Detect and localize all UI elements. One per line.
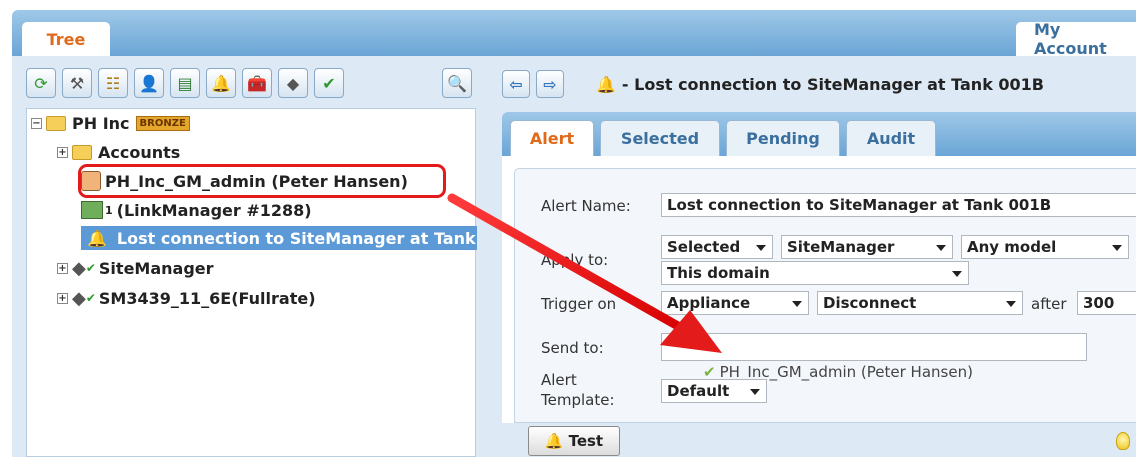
device-icon: ◆ [72, 257, 86, 279]
tree-item-label: (LinkManager #1288) [116, 200, 312, 220]
annotation-highlight-box [78, 164, 446, 198]
search-icon[interactable]: 🔍 [442, 68, 472, 98]
apply-device-select[interactable]: SiteManager [781, 235, 953, 259]
bell-icon[interactable]: 🔔 [206, 68, 236, 98]
apply-to-label: Apply to: [541, 251, 609, 269]
apply-selected-select[interactable]: Selected [661, 235, 773, 259]
template-label-line2: Template: [541, 391, 615, 409]
chevron-down-icon [1006, 301, 1016, 307]
bell-icon: 🔔 [596, 74, 616, 94]
trigger-label: Trigger on [541, 295, 617, 313]
trigger-event-select[interactable]: Disconnect [817, 291, 1023, 315]
chevron-down-icon [792, 301, 802, 307]
tree-item-label: Accounts [98, 142, 181, 162]
tree-item-linkmanager[interactable]: 1 (LinkManager #1288) [81, 198, 312, 222]
tree-root-label: PH Inc [72, 113, 130, 133]
after-input[interactable]: 300 [1077, 291, 1136, 315]
chevron-down-icon [1112, 245, 1122, 251]
lightbulb-icon[interactable] [1116, 432, 1130, 450]
collapse-icon[interactable]: − [31, 117, 42, 129]
back-arrow-icon[interactable]: ⇦ [502, 70, 530, 98]
trigger-source-select[interactable]: Appliance [661, 291, 809, 315]
check-icon: ✔ [85, 291, 96, 305]
device-check-icon[interactable]: ✔ [314, 68, 344, 98]
apply-selected-value: Selected [667, 238, 741, 256]
forward-arrow-icon[interactable]: ⇨ [536, 70, 564, 98]
alert-tabs: Alert Selected Pending Audit [502, 112, 1136, 156]
top-tab-bar: Tree My Account [12, 10, 1136, 58]
template-label-line1: Alert [541, 371, 577, 389]
test-button[interactable]: 🔔 Test [528, 426, 620, 456]
expand-icon[interactable]: + [57, 262, 68, 274]
apply-model-select[interactable]: Any model [961, 235, 1129, 259]
template-select[interactable]: Default [661, 379, 767, 403]
tree-view: − PH Inc BRONZE + Accounts PH_Inc_GM_adm… [26, 108, 477, 457]
linkmanager-icon [81, 201, 103, 219]
linkmanager-icon[interactable]: ▤ [170, 68, 200, 98]
alert-form-area: Alert Name: Lost connection to SiteManag… [502, 156, 1136, 450]
tab-tree[interactable]: Tree [22, 22, 110, 56]
bell-icon: 🔔 [87, 228, 107, 248]
check-icon: ✔ [85, 261, 96, 275]
alert-name-input[interactable]: Lost connection to SiteManager at Tank 0… [661, 193, 1136, 217]
refresh-icon[interactable]: ⟳ [26, 68, 56, 98]
tab-selected[interactable]: Selected [600, 120, 720, 156]
send-to-input[interactable] [661, 333, 1087, 361]
after-label: after [1031, 295, 1067, 313]
bronze-badge: BRONZE [135, 115, 190, 131]
tree-item-label: Lost connection to SiteManager at Tank 0… [116, 228, 477, 248]
tree-item-alert[interactable]: 🔔 Lost connection to SiteManager at Tank… [81, 226, 477, 250]
apply-domain-value: This domain [667, 264, 770, 282]
tree-root[interactable]: − PH Inc BRONZE [31, 111, 190, 135]
send-to-label: Send to: [541, 339, 604, 357]
chevron-down-icon [750, 389, 760, 395]
chevron-down-icon [952, 271, 962, 277]
trigger-source-value: Appliance [667, 294, 751, 312]
tree-panel: ⟳ ⚒ ☷ 👤 ▤ 🔔 🧰 ◆ ✔ 🔍 − PH Inc BRONZE + Ac… [12, 56, 488, 457]
user-icon[interactable]: 👤 [134, 68, 164, 98]
device-icon: ◆ [72, 287, 86, 309]
tree-item-label: SM3439_11_6E(Fullrate) [98, 288, 316, 308]
alert-name-label: Alert Name: [541, 197, 631, 215]
toolbox-icon[interactable]: 🧰 [242, 68, 272, 98]
tree-item-sm3439[interactable]: + ◆ ✔ SM3439_11_6E(Fullrate) [57, 286, 316, 310]
tab-pending[interactable]: Pending [726, 120, 840, 156]
tree-item-superscript: 1 [105, 203, 113, 217]
alert-panel: ⇦ ⇨ 🔔 - Lost connection to SiteManager a… [488, 56, 1136, 457]
tree-item-sitemanager[interactable]: + ◆ ✔ SiteManager [57, 256, 214, 280]
folder-icon [72, 144, 92, 160]
trigger-event-value: Disconnect [823, 294, 917, 312]
bell-icon: 🔔 [544, 432, 564, 450]
apply-model-value: Any model [967, 238, 1057, 256]
template-value: Default [667, 382, 730, 400]
tree-item-accounts[interactable]: + Accounts [57, 140, 180, 164]
device-icon[interactable]: ◆ [278, 68, 308, 98]
expand-icon[interactable]: + [57, 292, 68, 304]
chevron-down-icon [936, 245, 946, 251]
expand-icon[interactable]: + [57, 146, 68, 158]
tree-view-icon[interactable]: ☷ [98, 68, 128, 98]
tools-icon[interactable]: ⚒ [62, 68, 92, 98]
apply-domain-select[interactable]: This domain [661, 261, 969, 285]
panel-title: 🔔 - Lost connection to SiteManager at Ta… [596, 70, 1044, 98]
folder-icon [46, 115, 66, 131]
tab-audit[interactable]: Audit [846, 120, 936, 156]
chevron-down-icon [756, 245, 766, 251]
alert-form: Alert Name: Lost connection to SiteManag… [514, 168, 1136, 423]
panel-title-text: - Lost connection to SiteManager at Tank… [621, 74, 1044, 94]
tab-alert[interactable]: Alert [510, 120, 594, 156]
apply-device-value: SiteManager [787, 238, 895, 256]
tree-item-label: SiteManager [98, 258, 214, 278]
test-button-label: Test [568, 432, 604, 450]
tab-my-account[interactable]: My Account [1016, 20, 1136, 58]
